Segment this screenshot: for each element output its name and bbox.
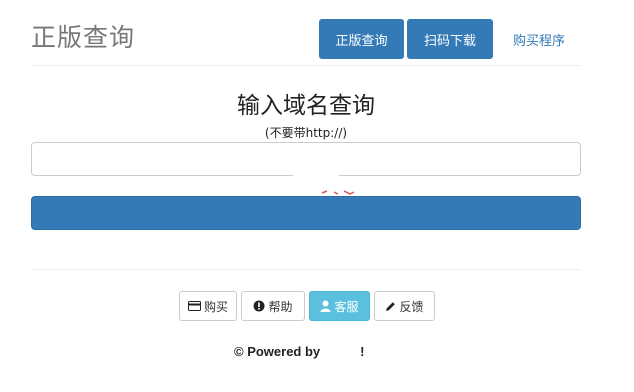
feedback-button[interactable]: 反馈 [374, 291, 435, 321]
user-icon [320, 300, 331, 312]
brand-title: 正版查询 [31, 23, 136, 52]
powered-by: © Powered by! [234, 344, 365, 359]
help-button-label: 帮助 [268, 299, 293, 314]
credit-card-icon [187, 301, 201, 311]
feedback-button-label: 反馈 [399, 299, 424, 314]
powered-by-prefix: © Powered by [234, 344, 321, 359]
help-button[interactable]: 帮助 [241, 291, 305, 321]
support-button[interactable]: 客服 [309, 291, 370, 321]
overlay-mask [293, 170, 339, 192]
powered-by-suffix: ! [360, 344, 365, 359]
buy-button[interactable]: 购买 [179, 291, 237, 321]
submit-button[interactable] [31, 196, 581, 230]
exclamation-circle-icon [253, 300, 265, 312]
pencil-icon [385, 301, 396, 312]
top-nav: 正版查询 扫码下载 购买程序 [319, 19, 579, 59]
input-hint: (不要带http://) [264, 126, 348, 140]
nav-button-download[interactable]: 扫码下载 [407, 19, 493, 59]
nav-button-query[interactable]: 正版查询 [319, 19, 404, 59]
divider-bottom [31, 269, 581, 270]
nav-link-buy[interactable]: 购买程序 [499, 19, 579, 59]
buy-button-label: 购买 [203, 299, 228, 314]
footer-buttons: 购买 帮助 客服 反馈 [179, 291, 435, 321]
page-title: 输入域名查询 [237, 93, 375, 119]
support-button-label: 客服 [334, 299, 359, 314]
divider-top [31, 65, 581, 66]
